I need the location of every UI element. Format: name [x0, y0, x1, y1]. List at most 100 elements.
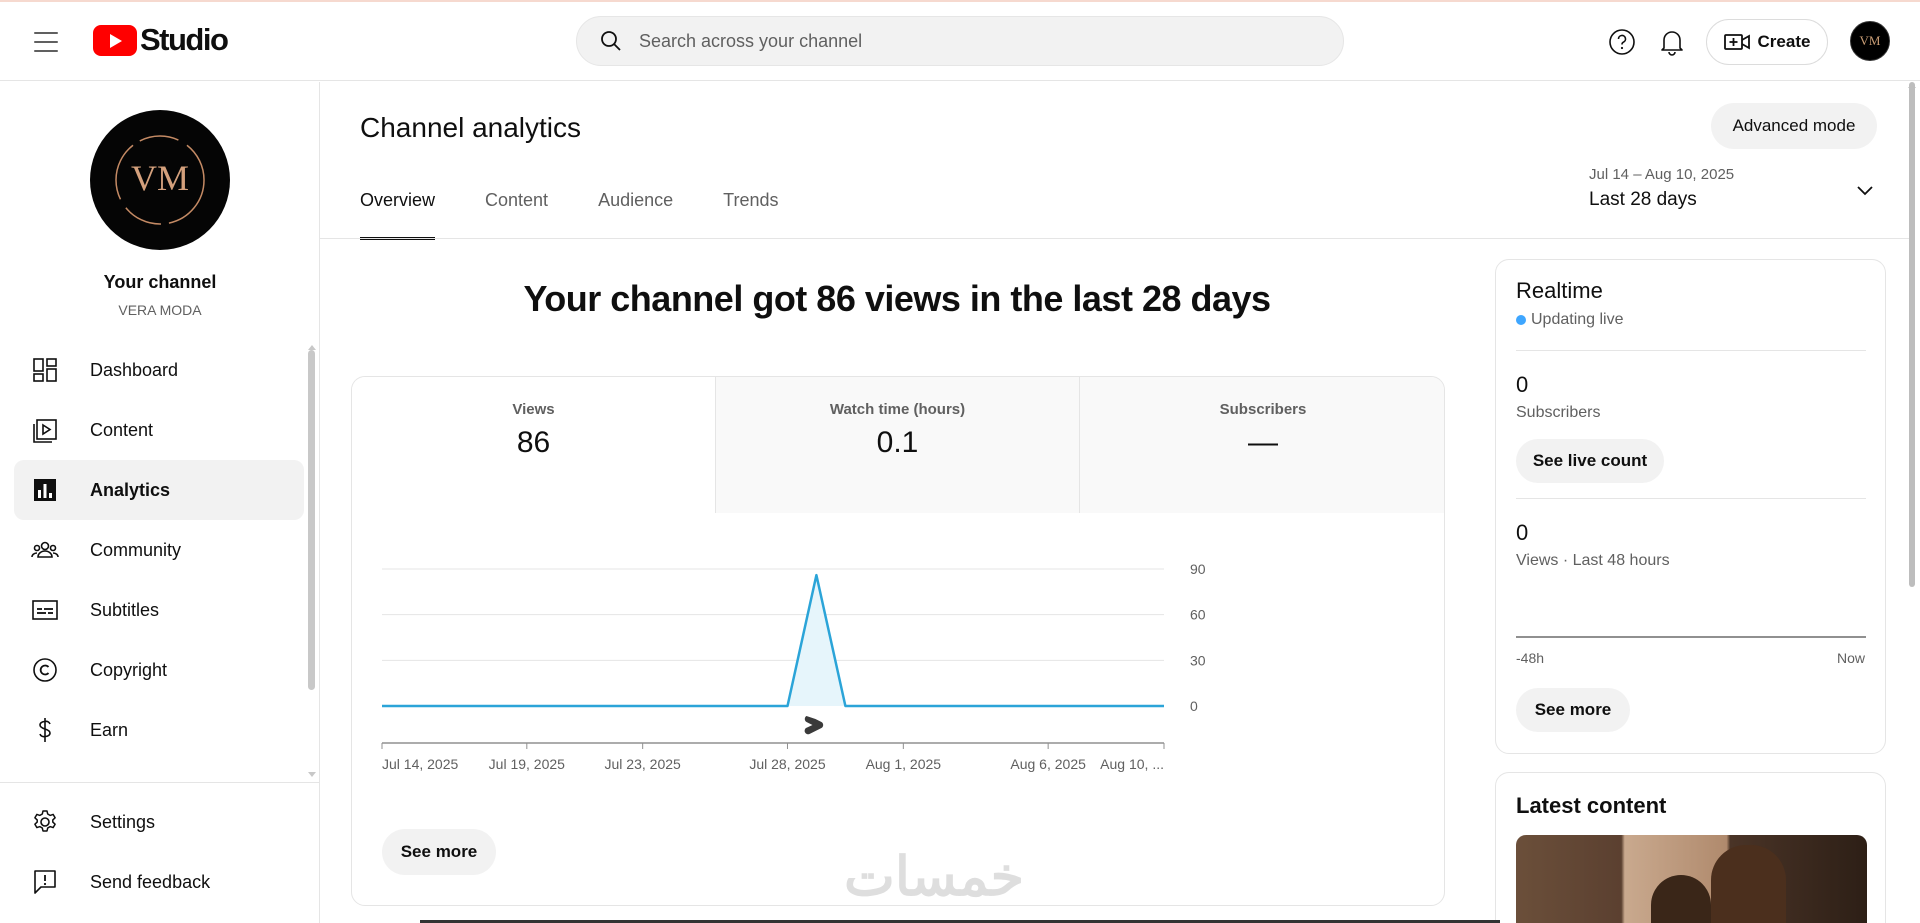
account-avatar-initials: VM — [1859, 33, 1881, 48]
feedback-icon — [30, 867, 60, 897]
sidebar-item-community[interactable]: Community — [14, 520, 304, 580]
x-tick-label: Aug 1, 2025 — [866, 756, 942, 772]
advanced-mode-button[interactable]: Advanced mode — [1711, 103, 1877, 149]
community-icon — [30, 535, 60, 565]
realtime-axis-end: Now — [1836, 650, 1865, 666]
sidebar-item-label: Copyright — [90, 659, 168, 680]
menu-icon[interactable] — [30, 28, 62, 56]
x-tick-label: Jul 19, 2025 — [489, 756, 565, 772]
youtube-logo-icon — [93, 24, 137, 56]
latest-content-thumbnail[interactable] — [1516, 835, 1867, 923]
y-tick-label: 60 — [1190, 607, 1206, 623]
metrics-card: Views 86 Watch time (hours) 0.1 Subscrib… — [351, 376, 1445, 906]
metric-value: — — [1248, 426, 1278, 459]
headline: Your channel got 86 views in the last 28… — [523, 278, 1271, 319]
sidebar-item-subtitles[interactable]: Subtitles — [14, 580, 304, 640]
realtime-divider — [1516, 350, 1866, 351]
realtime-status-text: Updating live — [1531, 311, 1624, 328]
metric-label: Views — [512, 401, 555, 418]
see-more-button[interactable]: See more — [382, 829, 496, 875]
x-tick-label: Jul 23, 2025 — [605, 756, 681, 772]
realtime-views-value: 0 — [1516, 520, 1529, 545]
date-range-label: Last 28 days — [1589, 189, 1697, 210]
analytics-tabs: Overview Content Audience Trends — [360, 190, 828, 240]
sidebar-item-copyright[interactable]: Copyright — [14, 640, 304, 700]
tabs-divider — [320, 238, 1910, 239]
realtime-axis-start: -48h — [1516, 650, 1545, 666]
channel-logo-icon: VM — [115, 135, 205, 225]
analytics-icon — [30, 475, 60, 505]
earn-icon — [30, 715, 60, 745]
sidebar-item-send-feedback[interactable]: Send feedback — [14, 852, 304, 912]
gear-icon — [30, 807, 60, 837]
create-video-icon — [1723, 34, 1750, 50]
tab-trends[interactable]: Trends — [723, 190, 778, 238]
latest-content-title: Latest content — [1516, 793, 1667, 818]
create-label: Create — [1757, 32, 1811, 51]
sidebar-scroll-down[interactable] — [308, 772, 316, 777]
subtitles-icon — [30, 595, 60, 625]
sidebar-item-settings[interactable]: Settings — [14, 792, 304, 852]
sidebar-nav: Dashboard Content Analytics Community Su… — [14, 340, 304, 760]
metric-label: Subscribers — [1219, 401, 1307, 418]
shorts-icon[interactable] — [804, 716, 824, 735]
notifications-bell-icon[interactable] — [1656, 26, 1688, 58]
thumbnail-figure — [1711, 845, 1786, 923]
see-live-count-button[interactable]: See live count — [1516, 439, 1664, 483]
date-range-text: Jul 14 – Aug 10, 2025 — [1589, 166, 1735, 183]
sidebar-item-content[interactable]: Content — [14, 400, 304, 460]
tab-overview[interactable]: Overview — [360, 190, 436, 240]
thumbnail-figure — [1651, 875, 1711, 923]
metric-value: 0.1 — [876, 426, 919, 459]
y-tick-label: 90 — [1190, 561, 1206, 577]
realtime-divider — [1516, 498, 1866, 499]
tab-content[interactable]: Content — [485, 190, 548, 238]
x-tick-label: Jul 28, 2025 — [749, 756, 825, 772]
sidebar-divider — [0, 782, 320, 783]
sidebar-bottom-nav: Settings Send feedback — [14, 792, 304, 912]
channel-avatar[interactable]: VM — [90, 110, 230, 250]
create-button[interactable]: Create — [1706, 19, 1828, 65]
series-area — [382, 575, 1164, 706]
realtime-subscribers-value: 0 — [1516, 372, 1529, 397]
sidebar-item-label: Analytics — [90, 479, 171, 500]
metric-watch-time[interactable]: Watch time (hours) 0.1 — [716, 377, 1080, 513]
sidebar-scrollbar[interactable] — [308, 350, 315, 690]
logo-text: Studio — [140, 22, 229, 57]
sidebar-item-earn[interactable]: Earn — [14, 700, 304, 760]
top-bar: Studio Create VM — [0, 2, 1920, 81]
search-input[interactable] — [639, 30, 1239, 52]
sidebar-item-analytics[interactable]: Analytics — [14, 460, 304, 520]
sidebar-item-label: Earn — [90, 719, 129, 740]
content-icon — [30, 415, 60, 445]
copyright-icon — [30, 655, 60, 685]
sidebar-item-label: Subtitles — [90, 599, 160, 620]
channel-logo-initials: VM — [131, 158, 189, 198]
metric-views[interactable]: Views 86 — [352, 377, 716, 513]
realtime-see-more-button[interactable]: See more — [1516, 688, 1630, 732]
sidebar-item-dashboard[interactable]: Dashboard — [14, 340, 304, 400]
metric-subscribers[interactable]: Subscribers — — [1080, 377, 1444, 513]
channel-name[interactable]: Your channel — [0, 272, 320, 293]
main-scrollbar[interactable] — [1909, 82, 1915, 587]
realtime-chart-axis — [1516, 636, 1866, 638]
x-tick-label: Aug 10, ... — [1100, 756, 1164, 772]
tab-audience[interactable]: Audience — [598, 190, 673, 238]
sidebar-item-label: Community — [90, 539, 182, 560]
channel-handle: VERA MODA — [118, 302, 202, 318]
account-avatar[interactable]: VM — [1850, 21, 1890, 61]
y-tick-label: 30 — [1190, 652, 1206, 668]
search-bar[interactable] — [576, 16, 1344, 66]
sidebar-item-label: Settings — [90, 811, 156, 832]
search-icon — [601, 31, 621, 51]
realtime-status: Updating live — [1516, 311, 1624, 329]
x-tick-label: Aug 6, 2025 — [1010, 756, 1086, 772]
studio-logo[interactable]: Studio — [93, 22, 229, 58]
sidebar-item-label: Send feedback — [90, 871, 211, 892]
sidebar: VM Your channel VERA MODA Dashboard Cont… — [0, 82, 320, 923]
help-icon[interactable] — [1606, 26, 1638, 58]
views-chart: 0 30 60 90 Jul 14, 2025 Jul 19, 2025 Jul 23, 2… — [381, 561, 1206, 772]
live-dot-icon — [1516, 315, 1526, 325]
date-range-picker[interactable]: Jul 14 – Aug 10, 2025 Last 28 days — [1589, 166, 1889, 222]
sidebar-item-label: Content — [90, 419, 154, 440]
